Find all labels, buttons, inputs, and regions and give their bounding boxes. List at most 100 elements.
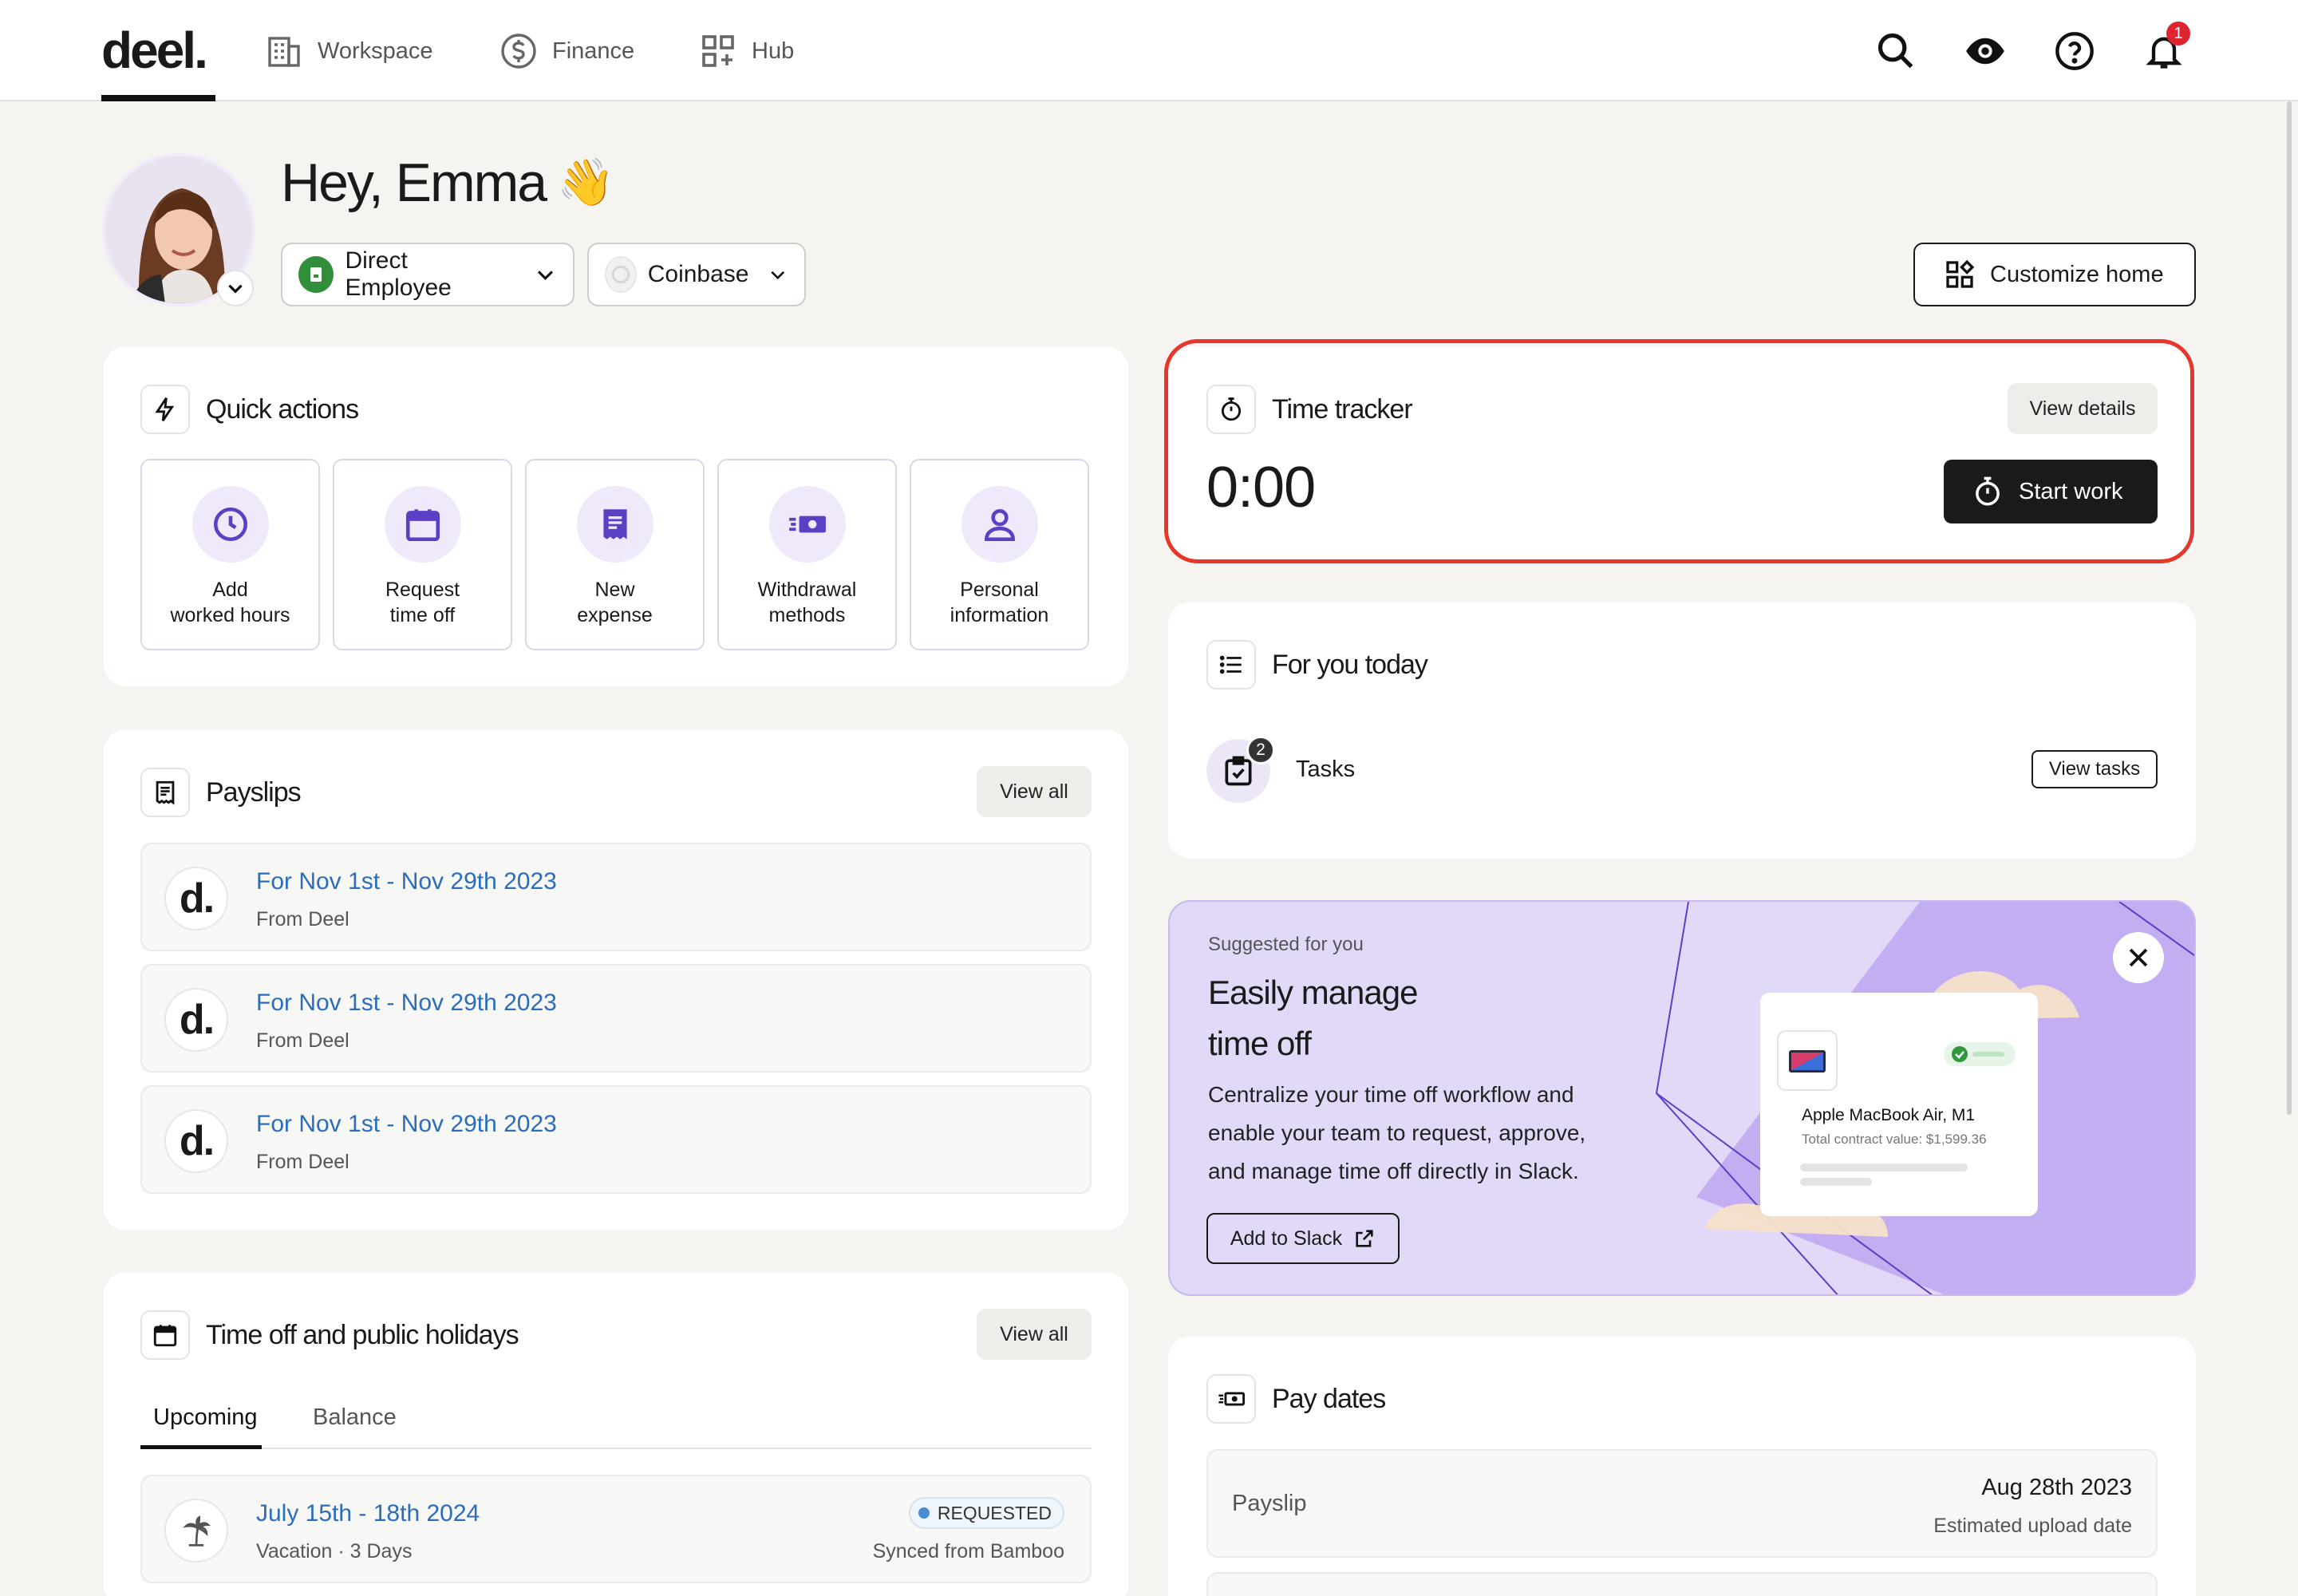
list-icon <box>1206 640 1256 689</box>
stopwatch-icon <box>1206 385 1256 434</box>
lightning-icon <box>140 385 190 434</box>
calendar-icon <box>140 1310 190 1360</box>
pay-date-value: Aug 28th 2023 <box>1981 1475 2132 1500</box>
company-selector[interactable]: Coinbase <box>587 243 806 306</box>
visibility-toggle-button[interactable] <box>1963 29 2008 73</box>
time-tracker-title: Time tracker <box>1272 393 1413 425</box>
nav-workspace-label: Workspace <box>318 38 433 64</box>
customize-home-label: Customize home <box>1990 261 2164 287</box>
quick-action-label: New expense <box>577 579 653 626</box>
question-circle-icon <box>2055 32 2094 70</box>
cash-icon <box>1206 1374 1256 1424</box>
document-icon <box>140 768 190 817</box>
grid-plus-icon <box>702 35 734 67</box>
tasks-label: Tasks <box>1296 757 1356 782</box>
add-to-slack-button[interactable]: Add to Slack <box>1206 1213 1400 1264</box>
payslips-header: Payslips <box>140 768 302 817</box>
dollar-circle-icon <box>501 34 536 69</box>
personal-information-button[interactable]: Personal information <box>910 459 1089 650</box>
time-off-header: Time off and public holidays <box>140 1310 519 1360</box>
stopwatch-icon <box>1976 476 2000 506</box>
for-you-today-title: For you today <box>1272 649 1428 680</box>
time-off-tabs: Upcoming Balance <box>140 1389 1092 1449</box>
highlight-outline <box>1164 339 2194 563</box>
synced-from-text: Synced from Bamboo <box>872 1540 1064 1562</box>
pay-date-row <box>1206 1572 2158 1596</box>
time-tracker-header: Time tracker <box>1206 385 1413 434</box>
help-button[interactable] <box>2052 29 2097 73</box>
time-off-view-all-button[interactable]: View all <box>977 1309 1092 1360</box>
waving-hand-icon: 👋 <box>557 156 614 208</box>
chevron-down-icon <box>228 284 243 294</box>
payslip-period-link[interactable]: For Nov 1st - Nov 29th 2023 <box>256 990 557 1017</box>
receipt-icon <box>576 486 653 563</box>
request-time-off-button[interactable]: Request time off <box>333 459 512 650</box>
tasks-count-badge: 2 <box>1246 736 1275 764</box>
quick-action-label: Personal information <box>950 579 1049 626</box>
time-off-dates-link[interactable]: July 15th - 18th 2024 <box>256 1500 480 1527</box>
notification-badge: 1 <box>2166 22 2190 45</box>
payslip-source: From Deel <box>256 908 349 930</box>
clock-icon <box>192 486 269 563</box>
active-nav-indicator <box>101 95 215 101</box>
page-scrollbar[interactable] <box>2287 101 2292 1115</box>
add-to-slack-label: Add to Slack <box>1230 1227 1343 1250</box>
pay-date-row: Payslip Aug 28th 2023 Estimated upload d… <box>1206 1449 2158 1558</box>
external-link-icon <box>1356 1230 1373 1247</box>
payslip-period-link[interactable]: For Nov 1st - Nov 29th 2023 <box>256 1111 557 1138</box>
payslip-row[interactable]: d. For Nov 1st - Nov 29th 2023 From Deel <box>140 1085 1092 1194</box>
avatar-menu-button[interactable] <box>217 270 254 306</box>
deel-logo[interactable]: deel. <box>101 21 208 80</box>
tab-balance[interactable]: Balance <box>313 1404 397 1431</box>
payslip-row[interactable]: d. For Nov 1st - Nov 29th 2023 From Deel <box>140 843 1092 951</box>
customize-home-button[interactable]: Customize home <box>1913 243 2196 306</box>
nav-finance[interactable]: Finance <box>499 30 634 72</box>
person-icon <box>961 486 1038 563</box>
eye-icon <box>1966 38 2004 65</box>
calendar-icon <box>384 486 461 563</box>
add-worked-hours-button[interactable]: Add worked hours <box>140 459 320 650</box>
greeting-text: Hey, Emma <box>281 152 547 213</box>
start-work-label: Start work <box>2019 478 2123 504</box>
view-tasks-button[interactable]: View tasks <box>2031 750 2158 788</box>
time-off-row[interactable]: July 15th - 18th 2024 Vacation · 3 Days … <box>140 1475 1092 1583</box>
time-off-title: Time off and public holidays <box>206 1319 519 1350</box>
promo-close-button[interactable] <box>2113 932 2164 983</box>
tab-upcoming[interactable]: Upcoming <box>153 1404 258 1431</box>
chevron-down-icon <box>771 271 785 280</box>
search-icon <box>1877 33 1913 69</box>
pay-date-note: Estimated upload date <box>1933 1515 2132 1537</box>
search-button[interactable] <box>1874 29 1918 73</box>
quick-action-label: Withdrawal methods <box>757 579 857 626</box>
nav-hub[interactable]: Hub <box>699 30 794 72</box>
payslip-row[interactable]: d. For Nov 1st - Nov 29th 2023 From Deel <box>140 964 1092 1073</box>
nav-workspace[interactable]: Workspace <box>265 30 433 72</box>
promo-body: Centralize your time off workflow and ena… <box>1208 1082 1586 1183</box>
for-you-today-header: For you today <box>1206 640 1428 689</box>
start-work-button[interactable]: Start work <box>1944 460 2158 523</box>
pay-dates-title: Pay dates <box>1272 1383 1386 1414</box>
timer-display: 0:00 <box>1206 456 1316 519</box>
new-expense-button[interactable]: New expense <box>525 459 705 650</box>
time-off-detail: Vacation · 3 Days <box>256 1540 413 1562</box>
view-details-button[interactable]: View details <box>2008 383 2158 434</box>
payslips-view-all-button[interactable]: View all <box>977 766 1092 817</box>
close-icon <box>2129 948 2148 967</box>
building-icon <box>268 37 300 67</box>
role-selector[interactable]: Direct Employee <box>281 243 574 306</box>
company-selector-label: Coinbase <box>647 261 749 287</box>
quick-actions-title: Quick actions <box>206 393 359 425</box>
pay-date-label: Payslip <box>1232 1491 1307 1516</box>
quick-actions-header: Quick actions <box>140 385 359 434</box>
employee-badge-icon <box>298 256 334 293</box>
payslip-period-link[interactable]: For Nov 1st - Nov 29th 2023 <box>256 868 557 895</box>
withdrawal-methods-button[interactable]: Withdrawal methods <box>717 459 897 650</box>
status-badge: REQUESTED <box>908 1497 1064 1529</box>
status-dot-icon <box>918 1507 930 1519</box>
nav-hub-label: Hub <box>752 38 795 64</box>
status-badge-label: REQUESTED <box>937 1502 1052 1523</box>
promo-product-value: Total contract value: $1,599.36 <box>1802 1132 1987 1147</box>
pay-dates-header: Pay dates <box>1206 1374 1386 1424</box>
deel-logo-icon: d. <box>164 1109 228 1173</box>
promo-product-name: Apple MacBook Air, M1 <box>1802 1106 1976 1124</box>
